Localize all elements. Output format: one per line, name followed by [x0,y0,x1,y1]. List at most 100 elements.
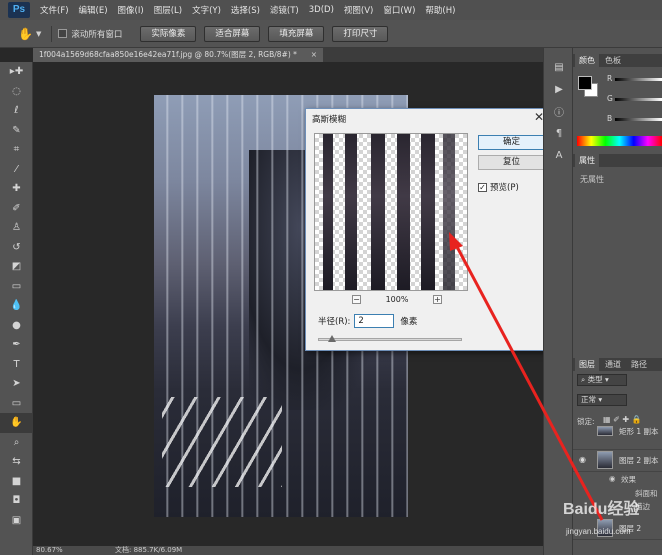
menu-view[interactable]: 视图(V) [344,4,373,16]
zoom-value: 100% [385,294,409,304]
preview-stripe [323,134,333,290]
healing-brush-tool-icon[interactable]: ✚ [0,179,33,199]
layer-filter-kind-select[interactable]: ⌕ 类型 ▾ [577,374,627,386]
preview-checkbox[interactable]: ✓ [478,182,487,192]
menu-select[interactable]: 选择(S) [231,4,260,16]
options-divider [51,25,53,42]
tab-channels[interactable]: 通道 [601,358,625,371]
radius-input[interactable]: 2 [354,314,395,328]
menu-filter[interactable]: 滤镜(T) [270,4,299,16]
tab-swatches[interactable]: 色板 [601,54,625,67]
preview-stripe [345,134,357,290]
foreground-background-swatch-icon[interactable]: ■ [0,472,33,492]
tab-paths[interactable]: 路径 [627,358,651,371]
scroll-all-windows-checkbox[interactable] [58,29,68,38]
radius-slider-track[interactable] [318,338,462,341]
screen-mode-icon[interactable]: ▣ [0,511,33,531]
menu-window[interactable]: 窗口(W) [383,4,415,16]
brush-tool-icon[interactable]: ✐ [0,199,33,219]
baidu-watermark: Baidu经验 [563,501,640,518]
status-bar: 80.67% 文档: 885.7K/6.09M [33,546,543,555]
path-select-tool-icon[interactable]: ➤ [0,374,33,394]
tools-panel: ▸✚ ◌ ℓ ✎ ⌗ ⁄ ✚ ✐ ♙ ↺ ◩ ▭ 💧 ● ✒ T ➤ ▭ ✋ ⌕… [0,62,33,555]
hand-tool-icon[interactable]: ✋ [18,27,33,41]
radius-label: 半径(R): [318,317,351,327]
tab-strip [323,48,543,62]
gaussian-blur-dialog: 高斯模糊 ✕ − 100% + 半径(R): 2 像素 确定 复位 ✓ 预览(P… [305,108,553,351]
quick-select-tool-icon[interactable]: ✎ [0,121,33,141]
effects-label: 效果 [621,475,636,484]
zoom-out-button[interactable]: − [352,294,361,304]
eyedropper-tool-icon[interactable]: ⁄ [0,160,33,180]
info-panel-icon[interactable]: ⓘ [544,100,574,122]
crop-tool-icon[interactable]: ⌗ [0,140,33,160]
clone-stamp-tool-icon[interactable]: ♙ [0,218,33,238]
layer-row[interactable]: 矩形 1 副本 [573,426,662,450]
menu-layer[interactable]: 图层(L) [154,4,182,16]
ok-button[interactable]: 确定 [478,135,545,150]
zoom-tool-icon[interactable]: ⌕ [0,433,33,453]
channel-g-slider[interactable] [615,98,662,101]
quick-mask-icon[interactable]: ◘ [0,491,33,511]
tab-layers[interactable]: 图层 [575,358,599,371]
filter-preview[interactable] [314,133,468,291]
panel-icon-strip: ▤ ▶ ⓘ ¶ A [543,48,573,555]
preview-stripe [371,134,385,290]
menu-image[interactable]: 图像(I) [118,4,144,16]
layer-name: 矩形 1 副本 [619,427,659,436]
eraser-tool-icon[interactable]: ◩ [0,257,33,277]
shape-tool-icon[interactable]: ▭ [0,394,33,414]
preview-stripe [443,134,455,290]
color-spectrum-bar[interactable] [577,136,662,146]
channel-b-slider[interactable] [615,118,662,121]
status-doc-size: 文档: 885.7K/6.09M [115,546,183,554]
actions-panel-icon[interactable]: ▶ [544,78,574,100]
pen-tool-icon[interactable]: ✒ [0,335,33,355]
swap-colors-icon[interactable]: ⇆ [0,452,33,472]
right-panels: 颜色 色板 R G B 属性 无属性 图层 通道 路径 ⌕ 类型 ▾ 正常 ▾ … [573,48,662,555]
menu-3d[interactable]: 3D(D) [309,5,334,15]
tool-preset-dropdown-icon[interactable]: ▼ [36,30,41,38]
menu-bar: Ps 文件(F) 编辑(E) 图像(I) 图层(L) 文字(Y) 选择(S) 滤… [0,0,662,20]
layer-row[interactable]: ◉ 图层 2 副本 [573,448,662,472]
radius-slider-thumb[interactable] [328,335,336,342]
menu-edit[interactable]: 编辑(E) [79,4,108,16]
menu-type[interactable]: 文字(Y) [192,4,221,16]
type-tool-icon[interactable]: T [0,355,33,375]
tab-properties[interactable]: 属性 [575,154,599,167]
marquee-tool-icon[interactable]: ◌ [0,82,33,102]
print-size-button[interactable]: 打印尺寸 [332,25,389,42]
eye-icon[interactable]: ◉ [579,455,586,464]
hand-tool-button-icon[interactable]: ✋ [0,413,33,433]
character-panel-icon[interactable]: A [544,144,574,166]
channel-r-slider[interactable] [615,78,662,81]
status-zoom[interactable]: 80.67% [36,546,63,555]
paragraph-panel-icon[interactable]: ¶ [544,122,574,144]
preview-label: 预览(P) [490,183,519,193]
dodge-tool-icon[interactable]: ● [0,316,33,336]
effects-eye-icon[interactable]: ◉ [609,474,616,483]
fit-screen-button[interactable]: 适合屏幕 [204,25,261,42]
actual-pixels-button[interactable]: 实际像素 [140,25,197,42]
history-brush-tool-icon[interactable]: ↺ [0,238,33,258]
menu-help[interactable]: 帮助(H) [425,4,455,16]
history-panel-icon[interactable]: ▤ [544,56,574,78]
lasso-tool-icon[interactable]: ℓ [0,101,33,121]
preview-option[interactable]: ✓ 预览(P) [478,181,519,193]
effects-row[interactable]: ◉ 效果 [573,474,662,487]
document-close-icon[interactable]: × [311,48,317,62]
move-tool-icon[interactable]: ▸✚ [0,62,33,82]
fill-screen-button[interactable]: 填充屏幕 [268,25,325,42]
reset-button[interactable]: 复位 [478,155,545,170]
gradient-tool-icon[interactable]: ▭ [0,277,33,297]
document-tab[interactable]: 1f004a1569d68cfaa850e16e42ea71f.jpg @ 80… [33,48,323,62]
document-tab-title: 1f004a1569d68cfaa850e16e42ea71f.jpg @ 80… [39,50,297,59]
blur-tool-icon[interactable]: 💧 [0,296,33,316]
baidu-watermark-url: jingyan.baidu.com [566,527,631,536]
blend-mode-select[interactable]: 正常 ▾ [577,394,627,406]
tab-color[interactable]: 颜色 [575,54,599,67]
zoom-in-button[interactable]: + [433,294,442,304]
foreground-color-swatch[interactable] [578,76,592,90]
menu-file[interactable]: 文件(F) [40,4,69,16]
lock-icons[interactable]: ▦ ✐ ✚ 🔒 [603,415,642,424]
